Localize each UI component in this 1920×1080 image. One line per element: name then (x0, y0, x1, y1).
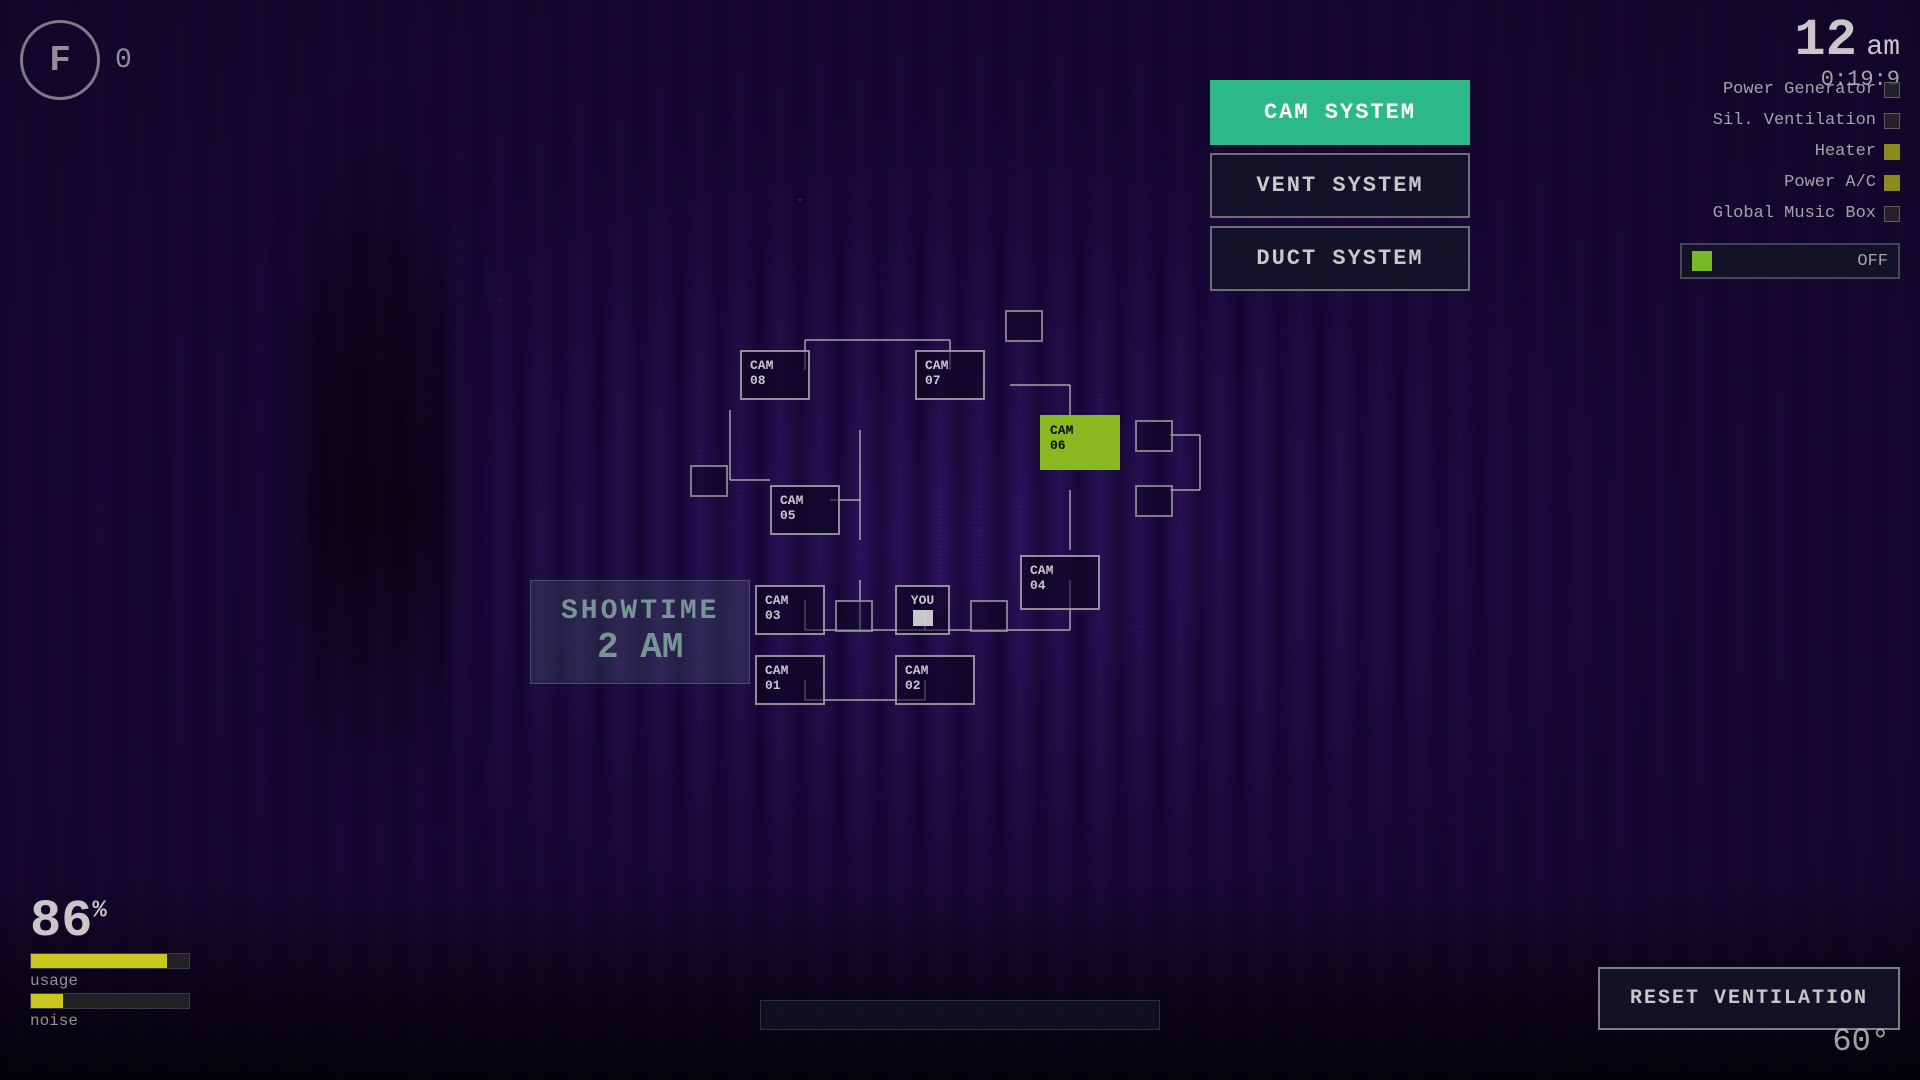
usage-bar-container (30, 953, 190, 969)
cam-bottom-left-small[interactable] (835, 600, 873, 632)
time-suffix: am (1866, 32, 1900, 63)
cam-02-label: CAM02 (905, 663, 965, 693)
global-music-box-indicator (1884, 206, 1900, 222)
right-status-panel: Power Generator Sil. Ventilation Heater … (1680, 80, 1900, 279)
usage-label: usage (30, 972, 190, 990)
reset-ventilation-button[interactable]: RESET VENTILATION (1598, 967, 1900, 1030)
duct-system-button[interactable]: DUCT SYSTEM (1210, 226, 1470, 291)
power-generator-indicator (1884, 82, 1900, 98)
cam-right-1-small[interactable] (1135, 420, 1173, 452)
cam-top-right-small[interactable] (1005, 310, 1043, 342)
cam-02-node[interactable]: CAM02 (895, 655, 975, 705)
score-display: 0 (115, 45, 132, 76)
usage-bar (31, 954, 167, 968)
vent-system-button[interactable]: VENT SYSTEM (1210, 153, 1470, 218)
camera-map: CAM08 CAM07 CAM06 CAM05 CAM04 CAM03 (640, 290, 1220, 750)
time-hour: 12 (1794, 11, 1856, 70)
system-buttons-panel: CAM SYSTEM VENT SYSTEM DUCT SYSTEM (1210, 80, 1470, 299)
cam-left-small[interactable] (690, 465, 728, 497)
you-dot (913, 610, 933, 626)
cam-06-label: CAM06 (1050, 423, 1110, 453)
status-heater[interactable]: Heater (1680, 142, 1900, 161)
cam-03-label: CAM03 (765, 593, 815, 623)
noise-bar-container (30, 993, 190, 1009)
cam-right-2-small[interactable] (1135, 485, 1173, 517)
cam-system-button[interactable]: CAM SYSTEM (1210, 80, 1470, 145)
status-global-music-box[interactable]: Global Music Box (1680, 204, 1900, 223)
power-ac-indicator (1884, 175, 1900, 191)
cam-05-label: CAM05 (780, 493, 830, 523)
off-indicator (1692, 251, 1712, 271)
cam-08-label: CAM08 (750, 358, 800, 388)
status-power-ac[interactable]: Power A/C (1680, 173, 1900, 192)
off-label: OFF (1857, 252, 1888, 271)
status-power-generator[interactable]: Power Generator (1680, 80, 1900, 99)
power-generator-label: Power Generator (1723, 80, 1876, 99)
degree-value: 60 (1832, 1023, 1870, 1060)
cam-05-node[interactable]: CAM05 (770, 485, 840, 535)
bottom-stats: 86% usage noise (30, 896, 190, 1030)
usage-percent: 86% (30, 896, 190, 948)
heater-indicator (1884, 144, 1900, 160)
you-marker: YOU (895, 585, 950, 635)
cam-01-node[interactable]: CAM01 (755, 655, 825, 705)
cam-07-label: CAM07 (925, 358, 975, 388)
off-status-bar: OFF (1680, 243, 1900, 279)
you-label: YOU (905, 593, 940, 608)
cam-04-label: CAM04 (1030, 563, 1090, 593)
global-music-box-label: Global Music Box (1713, 204, 1876, 223)
sil-ventilation-label: Sil. Ventilation (1713, 111, 1876, 130)
cam-04-node[interactable]: CAM04 (1020, 555, 1100, 610)
bottom-progress-bar (760, 1000, 1160, 1030)
cam-08-node[interactable]: CAM08 (740, 350, 810, 400)
cam-06-node[interactable]: CAM06 (1040, 415, 1120, 470)
status-sil-ventilation[interactable]: Sil. Ventilation (1680, 111, 1900, 130)
cam-03-node[interactable]: CAM03 (755, 585, 825, 635)
noise-bar (31, 994, 63, 1008)
degree-display: 60° (1832, 1023, 1890, 1060)
sil-ventilation-indicator (1884, 113, 1900, 129)
cam-07-node[interactable]: CAM07 (915, 350, 985, 400)
heater-label: Heater (1815, 142, 1876, 161)
cam-01-label: CAM01 (765, 663, 815, 693)
fazbert-icon[interactable]: F (20, 20, 100, 100)
noise-label: noise (30, 1012, 190, 1030)
power-ac-label: Power A/C (1784, 173, 1876, 192)
fazbert-letter: F (49, 40, 71, 81)
degree-symbol: ° (1871, 1023, 1890, 1060)
usage-symbol: % (92, 898, 106, 925)
cam-bottom-right-small[interactable] (970, 600, 1008, 632)
